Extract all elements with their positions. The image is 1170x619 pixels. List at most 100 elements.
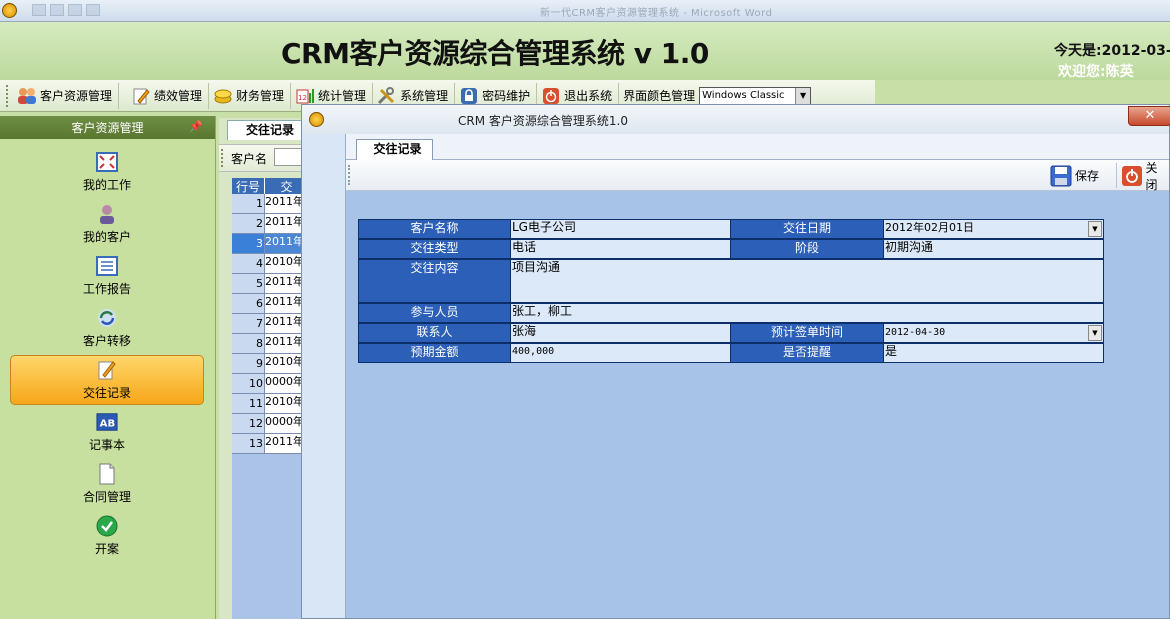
theme-value: Windows Classic — [702, 90, 785, 101]
row-number: 8 — [232, 334, 265, 353]
sidebar-item-contracts[interactable]: 合同管理 — [10, 459, 204, 509]
ab-icon: AB — [96, 411, 118, 433]
sidebar-item-my-work[interactable]: 我的工作 — [10, 147, 204, 197]
form-row: 联系人 张海 预计签单时间 2012-04-30 ▼ — [358, 323, 1104, 343]
quick-access-icon[interactable] — [68, 4, 82, 16]
table-row[interactable]: 13 2011年 — [232, 434, 309, 454]
menu-customer-resources[interactable]: 客户资源管理 — [13, 82, 120, 109]
toolbar-grip[interactable] — [6, 84, 9, 107]
table-row[interactable]: 1 2011年 — [232, 194, 309, 214]
pin-icon[interactable]: 📌 — [189, 120, 203, 133]
row-number: 9 — [232, 354, 265, 373]
sidebar-item-label: 我的工作 — [82, 178, 131, 192]
window-title-bar[interactable]: CRM 客户资源综合管理系统1.0 ✕ — [302, 105, 1170, 134]
table-row[interactable]: 12 0000年 — [232, 414, 309, 434]
sidebar-item-label: 客户转移 — [82, 334, 131, 348]
form-row: 交往类型 电话 阶段 初期沟通 — [358, 239, 1104, 259]
table-row[interactable]: 5 2011年 — [232, 274, 309, 294]
theme-select[interactable]: Windows Classic ▼ — [699, 86, 812, 105]
svg-text:AB: AB — [100, 419, 115, 430]
contact-type-field[interactable]: 电话 — [511, 239, 731, 259]
contact-person-field[interactable]: 张海 — [511, 323, 731, 343]
customer-search-input[interactable] — [274, 148, 304, 166]
coins-icon — [213, 86, 233, 106]
table-row[interactable]: 3 2011年 — [232, 234, 309, 254]
chevron-down-icon[interactable]: ▼ — [795, 87, 811, 104]
toolbar-grip[interactable] — [221, 149, 224, 167]
sidebar-item-customer-transfer[interactable]: 客户转移 — [10, 303, 204, 353]
row-number: 2 — [232, 214, 265, 233]
table-row[interactable]: 8 2011年 — [232, 334, 309, 354]
customer-name-field[interactable]: LG电子公司 — [511, 219, 731, 239]
contact-content-textarea[interactable]: 项目沟通 — [511, 259, 1104, 303]
row-number: 3 — [232, 234, 265, 253]
quick-access-icon[interactable] — [86, 4, 100, 16]
calendar-chart-icon: 12 — [295, 86, 315, 106]
row-number: 12 — [232, 414, 265, 433]
window-close-button[interactable]: ✕ — [1128, 106, 1170, 126]
stage-field[interactable]: 初期沟通 — [884, 239, 1104, 259]
menu-label: 绩效管理 — [154, 89, 203, 103]
save-button[interactable]: 保存 — [1049, 163, 1099, 188]
sidebar-item-label: 记事本 — [88, 438, 125, 452]
menu-label: 退出系统 — [564, 89, 613, 103]
menu-label: 财务管理 — [236, 89, 285, 103]
table-row[interactable]: 7 2011年 — [232, 314, 309, 334]
row-number: 4 — [232, 254, 265, 273]
contact-date-picker[interactable]: 2012年02月01日 ▼ — [884, 219, 1104, 239]
row-number: 7 — [232, 314, 265, 333]
quick-access-icon[interactable] — [50, 4, 64, 16]
window-side-strip — [302, 134, 346, 618]
participants-field[interactable]: 张工，柳工 — [511, 303, 1104, 323]
quick-access-icon[interactable] — [32, 4, 46, 16]
floppy-disk-icon — [1049, 164, 1073, 188]
table-row[interactable]: 11 2010年 — [232, 394, 309, 414]
background-window-title: 新一代CRM客户资源管理系统 - Microsoft Word — [540, 8, 773, 19]
expected-amount-label: 预期金额 — [358, 343, 511, 363]
check-icon — [96, 515, 118, 537]
column-header-row-number[interactable]: 行号 — [232, 178, 265, 194]
menu-finance[interactable]: 财务管理 — [209, 82, 292, 109]
chevron-down-icon[interactable]: ▼ — [1088, 221, 1102, 237]
expected-sign-date-picker[interactable]: 2012-04-30 ▼ — [884, 323, 1104, 343]
row-number: 13 — [232, 434, 265, 453]
menu-performance[interactable]: 绩效管理 — [127, 82, 210, 109]
menu-label: 统计管理 — [318, 89, 367, 103]
contact-record-window: CRM 客户资源综合管理系统1.0 ✕ 交往记录 保存 关闭 客户名称 LG电子… — [301, 104, 1170, 619]
app-icon[interactable] — [2, 3, 17, 18]
close-label: 关闭 — [1145, 160, 1158, 192]
sidebar-item-label: 交往记录 — [82, 386, 131, 400]
expand-icon — [96, 151, 118, 173]
table-row[interactable]: 6 2011年 — [232, 294, 309, 314]
theme-label: 界面颜色管理 — [623, 89, 696, 103]
expected-amount-field[interactable]: 400,000 — [511, 343, 731, 363]
toolbar-grip[interactable] — [348, 165, 351, 185]
sidebar-item-work-report[interactable]: 工作报告 — [10, 251, 204, 301]
form-row: 客户名称 LG电子公司 交往日期 2012年02月01日 ▼ — [358, 219, 1104, 239]
remind-field[interactable]: 是 — [884, 343, 1104, 363]
sidebar-item-my-customers[interactable]: 我的客户 — [10, 199, 204, 249]
table-row[interactable]: 9 2010年 — [232, 354, 309, 374]
chevron-down-icon[interactable]: ▼ — [1088, 325, 1102, 341]
sidebar-item-notepad[interactable]: AB 记事本 — [10, 407, 204, 457]
sidebar-item-open-case[interactable]: 开案 — [10, 511, 204, 561]
document-icon — [96, 463, 118, 485]
table-row[interactable]: 4 2010年 — [232, 254, 309, 274]
window-toolbar: 保存 关闭 — [346, 160, 1169, 192]
sidebar-item-contact-records[interactable]: 交往记录 — [10, 355, 204, 405]
table-row[interactable]: 10 0000年 — [232, 374, 309, 394]
tab-contact-records-list[interactable]: 交往记录 — [227, 120, 307, 140]
menu-label: 系统管理 — [400, 89, 449, 103]
sidebar-item-label: 我的客户 — [82, 230, 131, 244]
tab-contact-record[interactable]: 交往记录 — [356, 139, 433, 160]
app-header: CRM客户资源综合管理系统 v 1.0 今天是:2012-03-3 欢迎您:陈英 — [0, 22, 1170, 80]
expected-sign-date-label: 预计签单时间 — [731, 323, 884, 343]
close-button[interactable]: 关闭 — [1116, 161, 1169, 192]
contact-record-form: 客户名称 LG电子公司 交往日期 2012年02月01日 ▼ 交往类型 电话 阶… — [358, 219, 1104, 363]
welcome-text: 欢迎您:陈英 — [1058, 64, 1134, 80]
pencil-icon — [131, 86, 151, 106]
row-number: 10 — [232, 374, 265, 393]
table-row[interactable]: 2 2011年 — [232, 214, 309, 234]
sidebar-title: 客户资源管理 — [71, 121, 144, 135]
app-icon[interactable] — [309, 112, 324, 127]
